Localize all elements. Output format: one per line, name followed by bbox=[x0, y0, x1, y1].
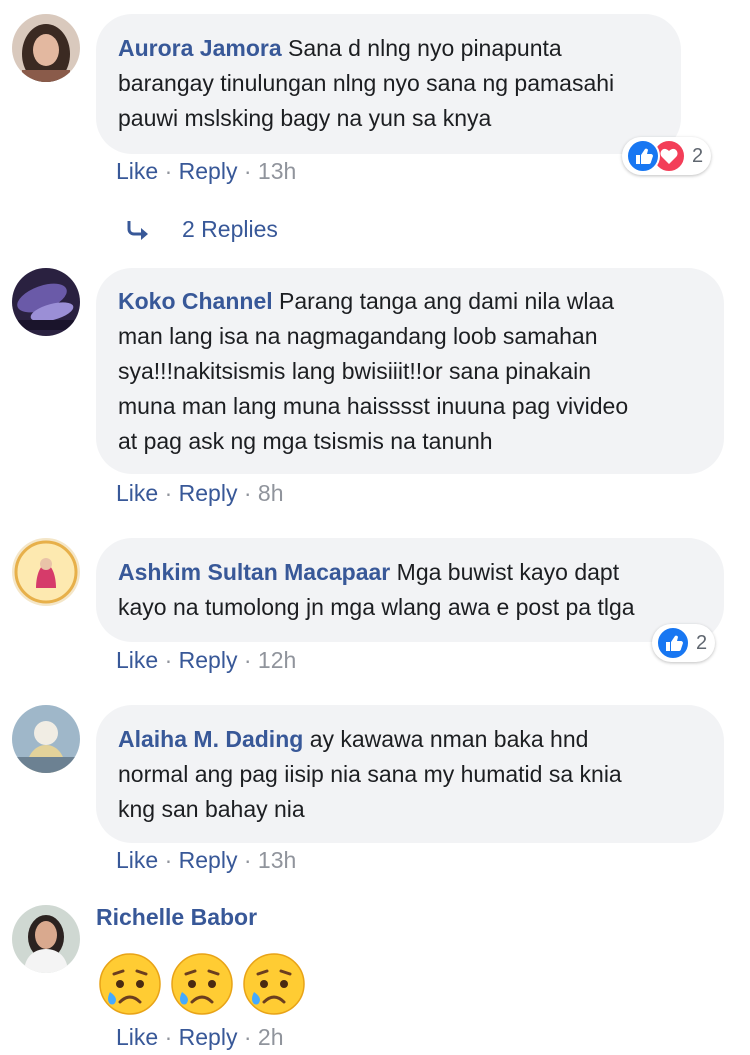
comment-author[interactable]: Koko Channel bbox=[118, 288, 273, 314]
reaction-count: 2 bbox=[692, 144, 704, 167]
timestamp[interactable]: 12h bbox=[258, 647, 296, 673]
separator: · bbox=[164, 480, 179, 506]
separator: · bbox=[164, 158, 179, 184]
reaction-count: 2 bbox=[696, 631, 708, 654]
reply-arrow-icon bbox=[127, 220, 148, 240]
replies-count: 2 Replies bbox=[182, 216, 278, 242]
timestamp[interactable]: 13h bbox=[258, 158, 296, 184]
comment-text: barangay tinulungan nlng nyo sana ng pam… bbox=[118, 70, 615, 96]
comment-author[interactable]: Ashkim Sultan Macapaar bbox=[118, 559, 390, 585]
like-reaction-icon bbox=[626, 139, 660, 173]
like-link[interactable]: Like bbox=[116, 647, 158, 673]
reply-link[interactable]: Reply bbox=[179, 847, 238, 873]
comment-text: ay kawawa nman baka hnd bbox=[309, 726, 589, 752]
comment-actions: Like · Reply · 2h bbox=[116, 1024, 284, 1051]
separator: · bbox=[164, 1024, 179, 1050]
comment-text: Mga buwist kayo dapt bbox=[396, 559, 620, 585]
crying-face-emoji-icon bbox=[171, 953, 233, 1015]
comment-text: at pag ask ng mga tsismis na tanunh bbox=[118, 428, 493, 454]
separator: · bbox=[243, 1024, 258, 1050]
reply-link[interactable]: Reply bbox=[179, 1024, 238, 1050]
avatar[interactable] bbox=[12, 905, 80, 973]
comment-bubble: Aurora Jamora Sana d nlng nyo pinapunta … bbox=[96, 14, 681, 154]
comment-text: pauwi mslsking bagy na yun sa knya bbox=[118, 105, 492, 131]
crying-face-emoji-icon bbox=[99, 953, 161, 1015]
reaction-summary[interactable]: 2 bbox=[622, 137, 712, 175]
like-reaction-icon bbox=[656, 626, 690, 660]
comment-text: kayo na tumolong jn mga wlang awa e post… bbox=[118, 594, 635, 620]
reaction-summary[interactable]: 2 bbox=[652, 624, 716, 662]
timestamp[interactable]: 13h bbox=[258, 847, 296, 873]
view-replies-link[interactable]: 2 Replies bbox=[126, 216, 278, 243]
comment-bubble: Ashkim Sultan Macapaar Mga buwist kayo d… bbox=[96, 538, 724, 642]
avatar[interactable] bbox=[12, 14, 80, 82]
comment-author[interactable]: Alaiha M. Dading bbox=[118, 726, 303, 752]
like-link[interactable]: Like bbox=[116, 158, 158, 184]
timestamp[interactable]: 2h bbox=[258, 1024, 284, 1050]
comment-bubble: Alaiha M. Dading ay kawawa nman baka hnd… bbox=[96, 705, 724, 843]
comment-text: Parang tanga ang dami nila wlaa bbox=[279, 288, 615, 314]
like-link[interactable]: Like bbox=[116, 847, 158, 873]
like-link[interactable]: Like bbox=[116, 1024, 158, 1050]
comment-author[interactable]: Aurora Jamora bbox=[118, 35, 282, 61]
avatar[interactable] bbox=[12, 538, 80, 606]
reply-link[interactable]: Reply bbox=[179, 480, 238, 506]
reply-link[interactable]: Reply bbox=[179, 158, 238, 184]
separator: · bbox=[243, 847, 258, 873]
separator: · bbox=[243, 480, 258, 506]
comment-actions: Like · Reply · 13h bbox=[116, 847, 296, 874]
comment-text: Sana d nlng nyo pinapunta bbox=[288, 35, 562, 61]
comment-text: man lang isa na nagmagandang loob samaha… bbox=[118, 323, 598, 349]
crying-face-emoji-icon bbox=[243, 953, 305, 1015]
comment-actions: Like · Reply · 12h bbox=[116, 647, 296, 674]
like-link[interactable]: Like bbox=[116, 480, 158, 506]
separator: · bbox=[243, 158, 258, 184]
avatar[interactable] bbox=[12, 705, 80, 773]
comment-actions: Like · Reply · 13h bbox=[116, 158, 296, 185]
comment-actions: Like · Reply · 8h bbox=[116, 480, 284, 507]
separator: · bbox=[164, 647, 179, 673]
emoji-comment bbox=[96, 950, 308, 1018]
comment-text: muna man lang muna haisssst inuuna pag v… bbox=[118, 393, 629, 419]
comment-bubble: Koko Channel Parang tanga ang dami nila … bbox=[96, 268, 724, 474]
comment-author[interactable]: Richelle Babor bbox=[96, 904, 257, 931]
comment-text: kng san bahay nia bbox=[118, 796, 305, 822]
reply-link[interactable]: Reply bbox=[179, 647, 238, 673]
comment-text: normal ang pag iisip nia sana my humatid… bbox=[118, 761, 622, 787]
separator: · bbox=[243, 647, 258, 673]
timestamp[interactable]: 8h bbox=[258, 480, 284, 506]
comment-text: sya!!!nakitsismis lang bwisiiit!!or sana… bbox=[118, 358, 591, 384]
separator: · bbox=[164, 847, 179, 873]
avatar[interactable] bbox=[12, 268, 80, 336]
